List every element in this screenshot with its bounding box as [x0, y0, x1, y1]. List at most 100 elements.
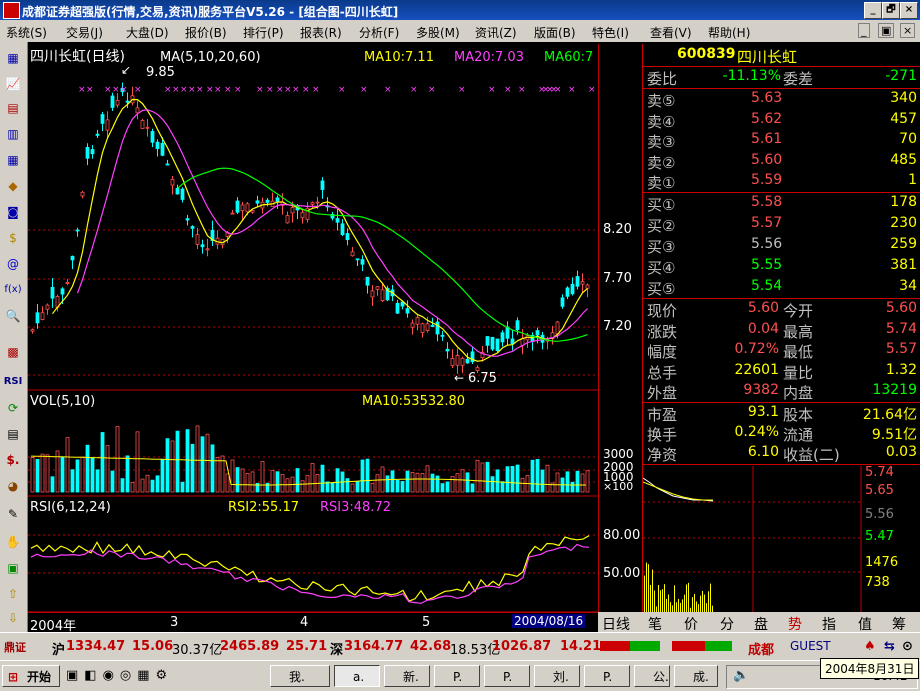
task-p1[interactable]: P. — [434, 665, 480, 687]
mdi-close-button[interactable]: × — [900, 23, 916, 38]
task-p2[interactable]: P. — [484, 665, 530, 687]
volume-bar — [180, 481, 185, 493]
buy-price: 5.58 — [751, 194, 783, 210]
volume-bar — [370, 483, 375, 493]
tab-trend[interactable]: 势 — [788, 614, 802, 634]
connect-icon[interactable]: ⇆ — [884, 639, 895, 654]
tab-daily[interactable]: 日线 — [602, 614, 630, 634]
menu-help[interactable]: 帮助(H) — [708, 24, 750, 41]
ticket-icon[interactable]: ◆ — [3, 176, 23, 196]
mini-price-line — [643, 477, 714, 502]
candle-body — [375, 286, 380, 290]
signal-marker: × — [206, 85, 214, 95]
money-icon[interactable]: $ — [3, 228, 23, 248]
signal-marker: × — [360, 85, 368, 95]
task-chengdu[interactable]: 成. — [674, 665, 718, 687]
menu-report[interactable]: 报表(R) — [300, 24, 342, 41]
date-axis: 2004年 3 4 5 2004/08/16 — [28, 612, 598, 634]
signal-marker: × — [120, 85, 128, 95]
globe-icon[interactable]: ◕ — [3, 476, 23, 496]
sell-row: 卖⑤ 5.63 340 — [643, 90, 920, 110]
refresh-icon[interactable]: ⟳ — [3, 398, 23, 418]
rsi-icon[interactable]: RSI — [3, 372, 23, 392]
bar-chart-icon[interactable]: ▤ — [3, 98, 23, 118]
menu-multi[interactable]: 多股(M) — [416, 24, 460, 41]
volume-bar — [390, 470, 395, 493]
signal-marker: × — [292, 85, 300, 95]
quick-launch-icons[interactable]: ▣◧◉◎▦⚙ — [66, 668, 206, 686]
formula-icon[interactable]: f(x) — [3, 280, 23, 300]
sell-level-label: 卖① — [647, 174, 676, 192]
menu-quote[interactable]: 报价(B) — [185, 24, 227, 41]
menu-trade[interactable]: 交易(J) — [66, 24, 103, 41]
ma60-value: MA60:7 — [544, 50, 593, 65]
at-icon[interactable]: @ — [3, 254, 23, 274]
stat-label: 内盘 — [783, 384, 814, 402]
candle-body — [60, 288, 65, 295]
volume-bar — [320, 464, 325, 493]
grid-icon[interactable]: ▦ — [3, 48, 23, 68]
candle-body — [255, 200, 260, 204]
tab-index[interactable]: 指 — [822, 614, 836, 634]
candle-body — [515, 320, 520, 331]
menu-view[interactable]: 查看(V) — [650, 24, 692, 41]
task-p3[interactable]: P. — [584, 665, 630, 687]
mdi-minimize-button[interactable]: _ — [858, 23, 870, 38]
volume-bar — [60, 456, 65, 493]
mini-volume-bar — [700, 595, 701, 612]
menu-market[interactable]: 大盘(D) — [126, 24, 169, 41]
tab-orderbook[interactable]: 盘 — [754, 614, 768, 634]
volume-icon[interactable]: 🔈 — [733, 668, 749, 683]
notes-icon[interactable]: ▤ — [3, 424, 23, 444]
stat-label: 量比 — [783, 363, 814, 382]
task-a[interactable]: a. — [334, 665, 380, 687]
menu-info[interactable]: 资讯(Z) — [475, 24, 517, 41]
monitor-icon[interactable]: ◙ — [3, 202, 23, 222]
tab-price[interactable]: 价 — [684, 614, 698, 634]
list-icon[interactable]: ▦ — [3, 150, 23, 170]
restore-button[interactable]: 🗗 — [882, 2, 900, 19]
tab-minute[interactable]: 分 — [720, 614, 734, 634]
menu-analysis[interactable]: 分析(F) — [359, 24, 399, 41]
menu-layout[interactable]: 版面(B) — [534, 24, 576, 41]
mini-volume-bar — [708, 591, 709, 612]
minimize-button[interactable]: _ — [864, 2, 882, 19]
arrow-up-icon[interactable]: ⇧ — [3, 584, 23, 604]
menu-special[interactable]: 特色(I) — [592, 24, 629, 41]
matrix-icon[interactable]: ▩ — [3, 342, 23, 362]
candle-body — [135, 107, 140, 114]
menu-system[interactable]: 系统(S) — [6, 24, 47, 41]
close-button[interactable]: × — [900, 2, 918, 19]
tab-ticks[interactable]: 笔 — [648, 614, 662, 634]
mdi-restore-button[interactable]: ▣ — [878, 23, 895, 38]
alert-icon[interactable]: ♠ — [864, 639, 876, 654]
buy-volume: 381 — [890, 257, 917, 273]
dollar-icon[interactable]: $. — [3, 450, 23, 470]
task-liu[interactable]: 刘. — [534, 665, 580, 687]
task-my-computer[interactable]: 我. — [270, 665, 330, 687]
lock-icon[interactable]: ⊙ — [902, 639, 913, 654]
mini-volume-bar — [680, 602, 681, 612]
task-gong[interactable]: 公. — [634, 665, 670, 687]
kline-chart[interactable]: × × × × × × × × × × × × × × × × × × × × × × × × × × × × × × × ××××× × × 四… — [28, 44, 598, 612]
menu-rank[interactable]: 排行(P) — [243, 24, 284, 41]
tab-value[interactable]: 值 — [858, 614, 872, 634]
arrow-down-icon[interactable]: ⇩ — [3, 608, 23, 628]
pencil-icon[interactable]: ✎ — [3, 504, 23, 524]
signal-marker: × — [134, 85, 142, 95]
volume-bar — [535, 458, 540, 493]
zoom-icon[interactable]: 🔍 — [3, 306, 23, 326]
hand-icon[interactable]: ✋ — [3, 532, 23, 552]
candle-icon[interactable]: ▥ — [3, 124, 23, 144]
volume-bar — [270, 470, 275, 493]
line-chart-icon[interactable]: 📈 — [3, 74, 23, 94]
exit-icon[interactable]: ▣ — [3, 558, 23, 578]
task-new[interactable]: 新. — [384, 665, 430, 687]
volume-bar — [335, 468, 340, 493]
signal-marker: × — [104, 85, 112, 95]
tab-chips[interactable]: 筹 — [892, 614, 906, 634]
candle-body — [450, 358, 455, 367]
mini-volume-bar — [658, 585, 659, 612]
start-button[interactable]: ⊞ 开始 — [2, 665, 60, 687]
mini-volume-bar — [704, 594, 705, 612]
